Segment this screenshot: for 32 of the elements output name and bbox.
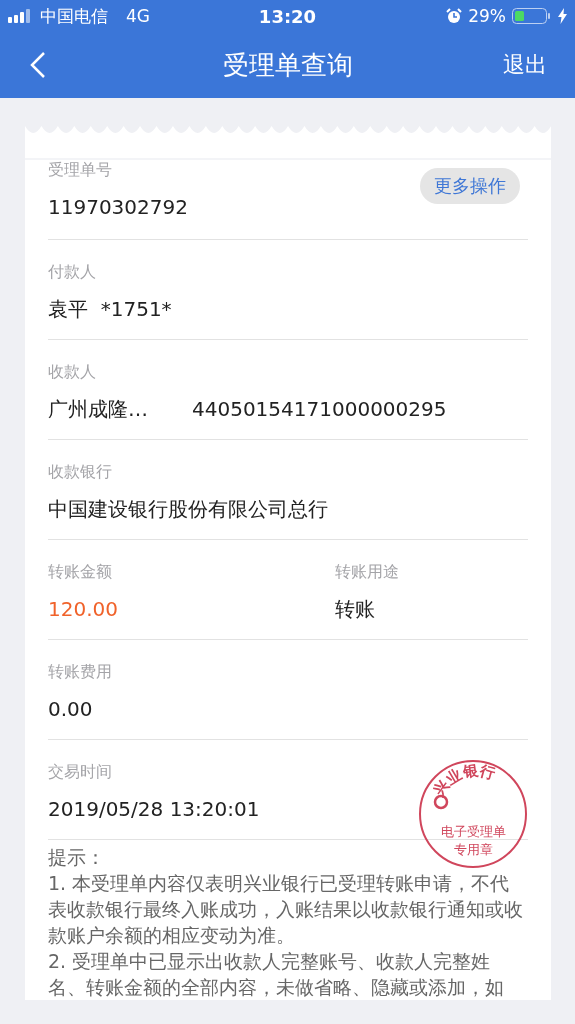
notes-title: 提示： [48, 846, 105, 868]
exit-button[interactable]: 退出 [503, 50, 547, 80]
note-paragraph: 2. 受理单中已显示出收款人完整账号、收款人完整姓名、转账金额的全部内容，未做省略、隐藏或添加，如 [48, 949, 505, 1000]
field-label: 收款人 [48, 362, 97, 383]
page-title: 受理单查询 [222, 48, 353, 82]
alarm-icon [446, 8, 463, 24]
note-paragraph: 1. 本受理单内容仅表明兴业银行已受理转账申请，不代表收款银行最终入账成功，入账结果以收款银行通知或收款账户余额的相应变动为准。 [48, 871, 524, 948]
field-label: 交易时间 [48, 762, 113, 783]
bank-seal-stamp: 兴业银行 电子受理单 专用章 [417, 758, 529, 870]
field-value: 0.00 [48, 696, 93, 723]
field-value: 2019/05/28 13:20:01 [48, 796, 260, 823]
field-label: 转账费用 [48, 662, 113, 683]
back-icon[interactable] [30, 51, 46, 79]
field-label: 付款人 [48, 262, 97, 283]
carrier-name: 中国电信 [40, 4, 108, 28]
charging-icon [558, 8, 567, 24]
battery-percent: 29% [468, 6, 506, 26]
field-value: 中国建设银行股份有限公司总行 [48, 496, 328, 523]
field-value: 袁平 *1751* [48, 296, 172, 323]
battery-icon [512, 7, 552, 25]
field-value: 11970302792 [48, 194, 188, 221]
network-type: 4G [126, 6, 150, 26]
field-label: 受理单号 [48, 160, 113, 181]
field-value: 广州成隆… [48, 396, 148, 423]
field-label: 收款银行 [48, 462, 113, 483]
account-number: 44050154171000000295 [192, 396, 447, 423]
field-label: 转账用途 [335, 562, 400, 583]
field-label: 转账金额 [48, 562, 113, 583]
more-actions-button[interactable]: 更多操作 [420, 168, 520, 204]
field-value: 转账 [335, 596, 375, 623]
field-value: 120.00 [48, 596, 118, 623]
status-time: 13:20 [258, 5, 317, 27]
